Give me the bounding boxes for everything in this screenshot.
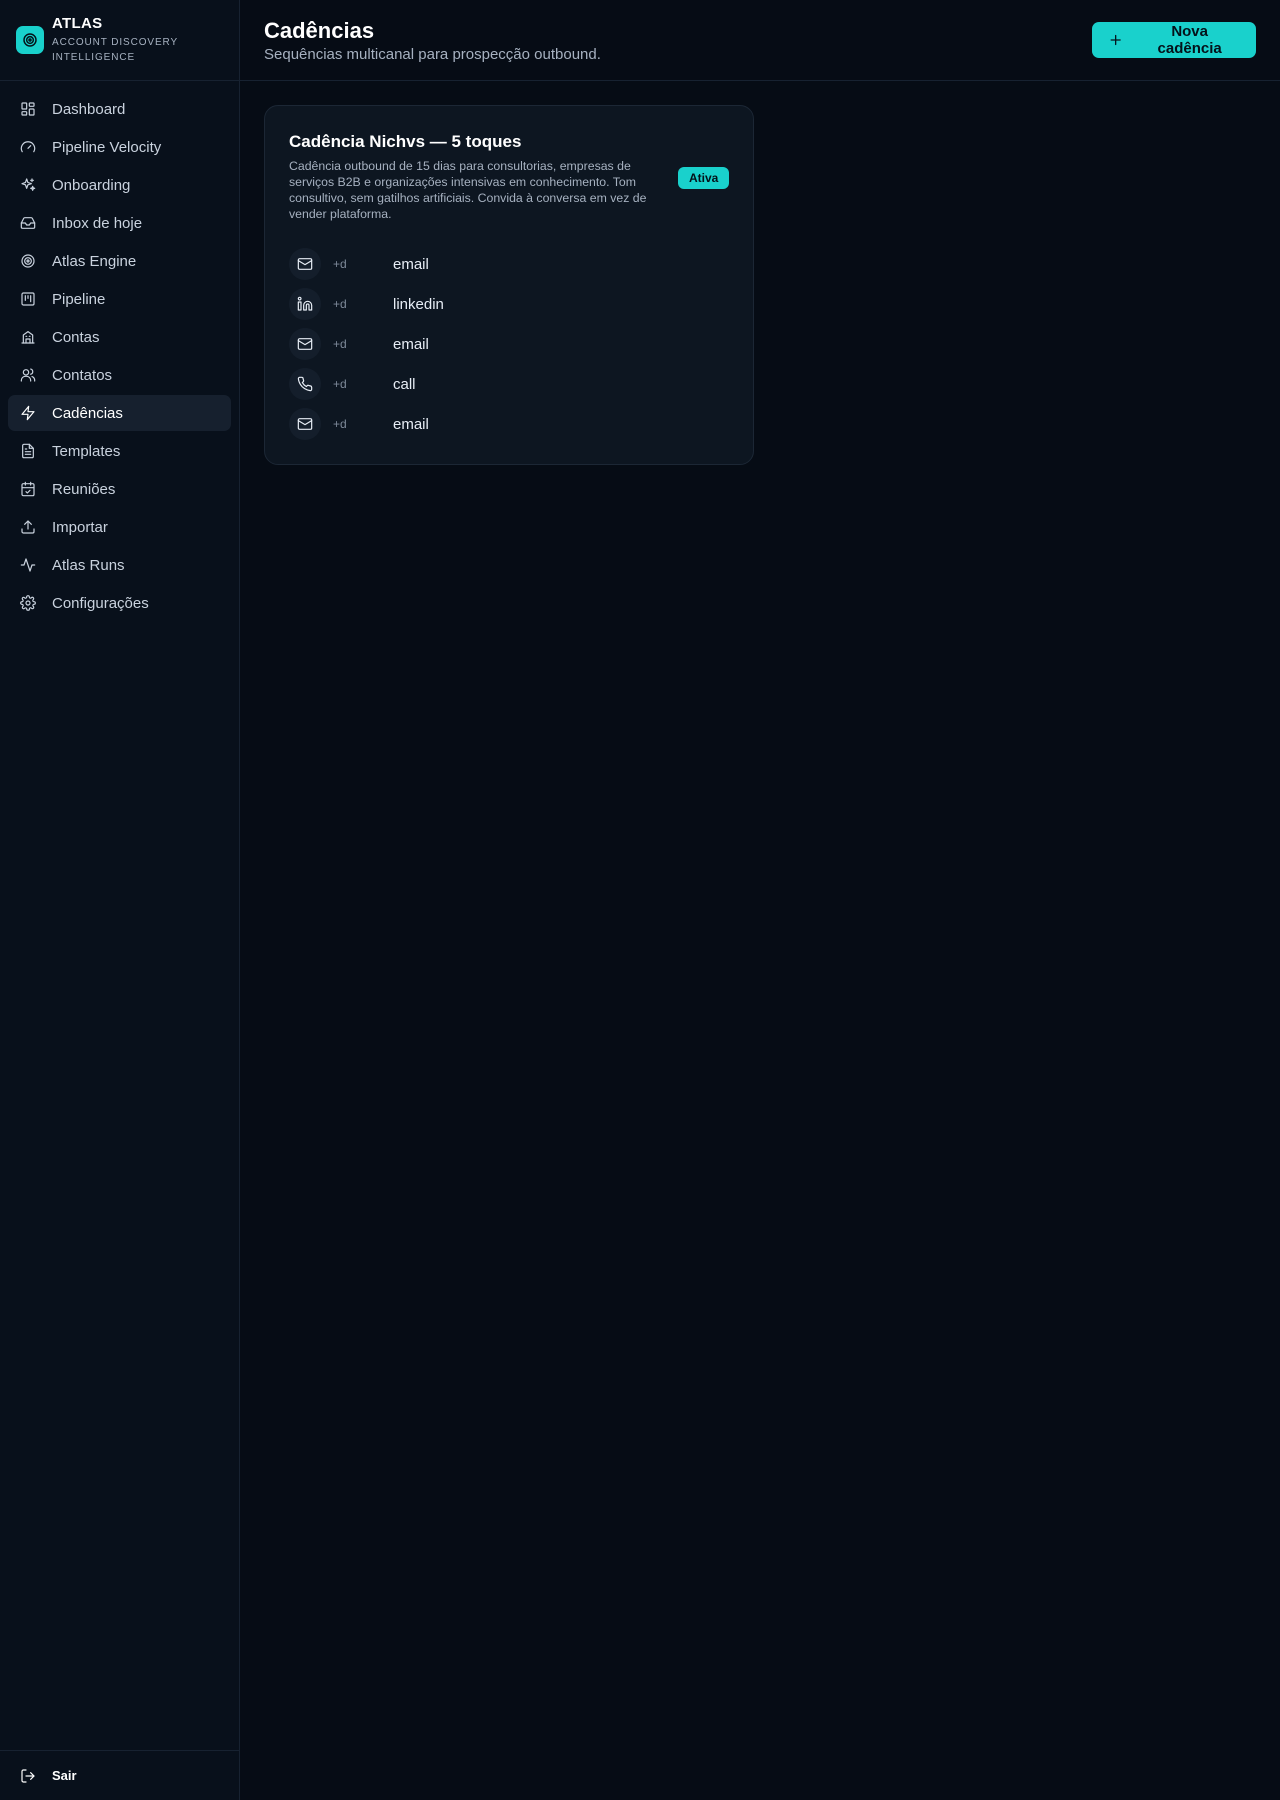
plus-icon xyxy=(1110,34,1121,46)
sparkles-icon xyxy=(21,178,36,191)
step-delay: +d xyxy=(333,257,347,271)
mail-icon xyxy=(289,408,321,440)
sidebar-item-label: Atlas Engine xyxy=(52,252,137,270)
page-header: Cadências Sequências multicanal para pro… xyxy=(240,0,1280,81)
mail-icon xyxy=(289,328,321,360)
new-cadence-button[interactable]: Nova cadência xyxy=(1092,22,1256,58)
target-icon xyxy=(21,254,35,268)
sidebar-item-onboarding[interactable]: Onboarding xyxy=(8,167,231,203)
brand-text: ATLAS ACCOUNT DISCOVERY INTELLIGENCE xyxy=(52,16,192,65)
sidebar: ATLAS ACCOUNT DISCOVERY INTELLIGENCE Das… xyxy=(0,0,240,1800)
sidebar-item-label: Cadências xyxy=(52,404,123,422)
cadence-steps: +d email +d linkedin +d email +d call +d… xyxy=(289,248,444,448)
sidebar-item-pipeline-velocity[interactable]: Pipeline Velocity xyxy=(8,129,231,165)
gauge-icon xyxy=(20,141,36,153)
logout-icon xyxy=(21,1768,35,1783)
sidebar-item-label: Contas xyxy=(52,328,100,346)
sidebar-item-configuracoes[interactable]: Configurações xyxy=(8,585,231,621)
file-text-icon xyxy=(22,443,34,459)
cadence-step: +d email xyxy=(289,248,444,280)
calendar-check-icon xyxy=(21,481,35,497)
inbox-icon xyxy=(20,217,36,229)
dashboard-icon xyxy=(21,102,35,116)
step-delay: +d xyxy=(333,377,347,391)
logout-label: Sair xyxy=(52,1768,77,1783)
cadence-step: +d email xyxy=(289,328,444,360)
step-channel: email xyxy=(393,415,429,433)
sidebar-item-label: Importar xyxy=(52,518,108,536)
step-delay: +d xyxy=(333,417,347,431)
page-subtitle: Sequências multicanal para prospecção ou… xyxy=(264,46,601,63)
cadence-title: Cadência Nichvs — 5 toques xyxy=(289,132,522,151)
sidebar-item-cadencias[interactable]: Cadências xyxy=(8,395,231,431)
sidebar-item-reunioes[interactable]: Reuniões xyxy=(8,471,231,507)
sidebar-item-dashboard[interactable]: Dashboard xyxy=(8,91,231,127)
sidebar-item-contas[interactable]: Contas xyxy=(8,319,231,355)
phone-icon xyxy=(289,368,321,400)
sidebar-item-label: Reuniões xyxy=(52,480,116,498)
page-title: Cadências xyxy=(264,18,375,43)
mail-icon xyxy=(289,248,321,280)
status-badge: Ativa xyxy=(678,167,730,189)
sidebar-item-label: Pipeline xyxy=(52,290,106,308)
sidebar-item-templates[interactable]: Templates xyxy=(8,433,231,469)
sidebar-item-atlas-runs[interactable]: Atlas Runs xyxy=(8,547,231,583)
sidebar-item-pipeline[interactable]: Pipeline xyxy=(8,281,231,317)
step-channel: linkedin xyxy=(393,295,444,313)
sidebar-item-label: Onboarding xyxy=(52,176,131,194)
cadence-step: +d email xyxy=(289,408,444,440)
logout-button[interactable]: Sair xyxy=(0,1750,239,1800)
sidebar-item-label: Pipeline Velocity xyxy=(52,138,162,156)
cadence-card[interactable]: Cadência Nichvs — 5 toques Cadência outb… xyxy=(264,105,754,465)
sidebar-item-label: Dashboard xyxy=(52,100,126,118)
upload-icon xyxy=(21,520,35,534)
brand-subtitle: ACCOUNT DISCOVERY INTELLIGENCE xyxy=(52,36,178,63)
sidebar-nav: Dashboard Pipeline Velocity Onboarding I… xyxy=(0,81,239,621)
sidebar-item-label: Configurações xyxy=(52,594,149,612)
building-icon xyxy=(21,331,35,344)
sidebar-item-label: Atlas Runs xyxy=(52,556,125,574)
kanban-icon xyxy=(21,292,35,306)
step-channel: email xyxy=(393,335,429,353)
step-channel: call xyxy=(393,375,416,393)
step-delay: +d xyxy=(333,337,347,351)
linkedin-icon xyxy=(289,288,321,320)
activity-icon xyxy=(20,558,36,572)
new-cadence-label: Nova cadência xyxy=(1157,23,1222,57)
brand-name: ATLAS xyxy=(52,14,103,32)
zap-icon xyxy=(21,405,35,421)
step-channel: email xyxy=(393,255,429,273)
sidebar-item-atlas-engine[interactable]: Atlas Engine xyxy=(8,243,231,279)
gear-icon xyxy=(20,595,36,611)
users-icon xyxy=(20,368,36,382)
sidebar-item-inbox[interactable]: Inbox de hoje xyxy=(8,205,231,241)
sidebar-item-label: Contatos xyxy=(52,366,113,384)
target-logo-icon xyxy=(16,26,44,54)
sidebar-item-contatos[interactable]: Contatos xyxy=(8,357,231,393)
sidebar-item-label: Inbox de hoje xyxy=(52,214,143,232)
step-delay: +d xyxy=(333,297,347,311)
cadence-step: +d linkedin xyxy=(289,288,444,320)
cadence-step: +d call xyxy=(289,368,444,400)
sidebar-item-label: Templates xyxy=(52,442,121,460)
cadence-description: Cadência outbound de 15 dias para consul… xyxy=(289,159,647,221)
brand[interactable]: ATLAS ACCOUNT DISCOVERY INTELLIGENCE xyxy=(0,0,239,81)
sidebar-item-importar[interactable]: Importar xyxy=(8,509,231,545)
